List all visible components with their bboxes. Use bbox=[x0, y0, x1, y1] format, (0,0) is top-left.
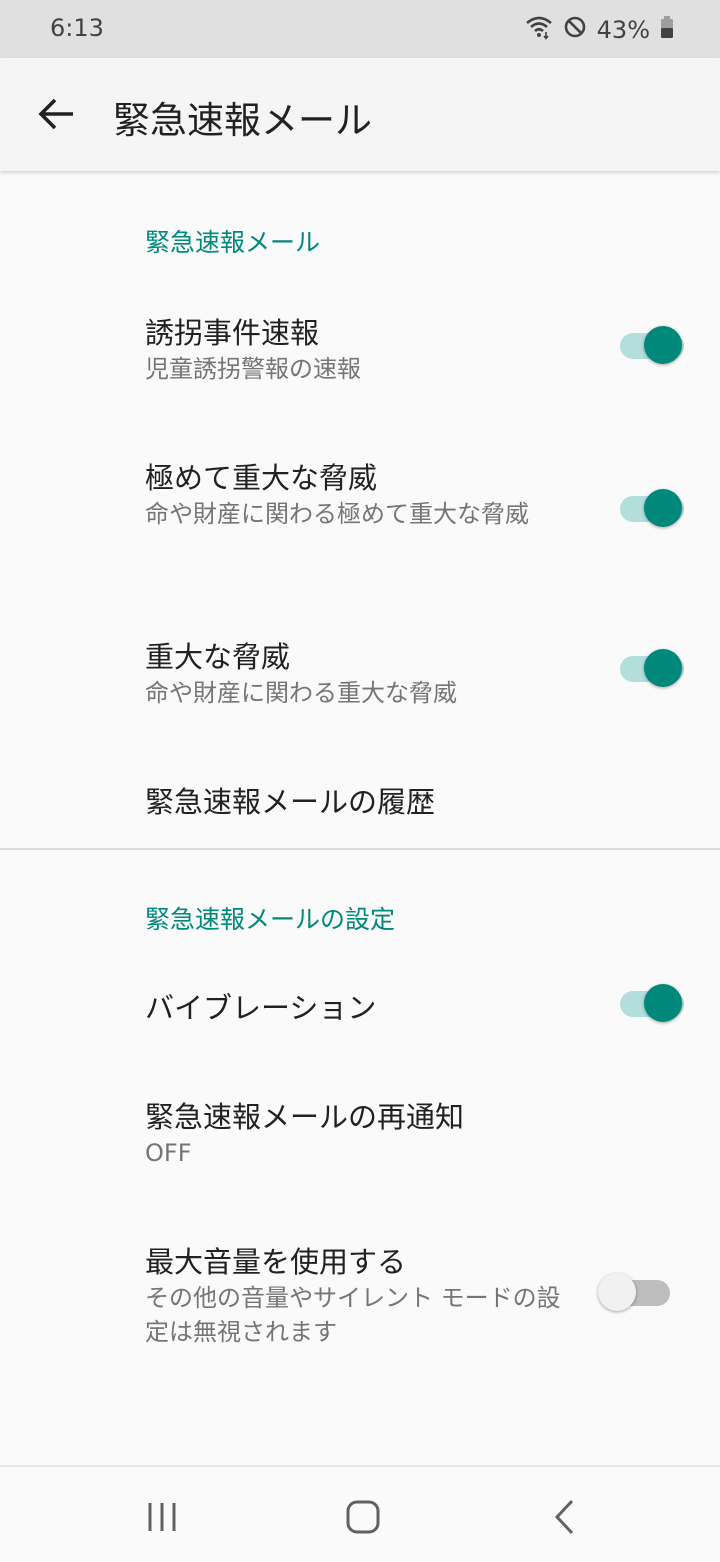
home-button[interactable] bbox=[333, 1487, 393, 1547]
section-header-settings: 緊急速報メールの設定 bbox=[145, 905, 396, 934]
pref-amber-title: 誘拐事件速報 bbox=[145, 316, 320, 350]
pref-amber-summary: 児童誘拐警報の速報 bbox=[145, 355, 361, 383]
nav-back-button[interactable] bbox=[535, 1487, 595, 1547]
app-bar: 緊急速報メール bbox=[0, 58, 720, 171]
toggle-thumb bbox=[644, 326, 682, 364]
pref-extreme-summary: 命や財産に関わる極めて重大な脅威 bbox=[145, 500, 529, 528]
back-button[interactable] bbox=[28, 84, 88, 144]
pref-alert-history[interactable]: 緊急速報メールの履歴 bbox=[145, 779, 435, 821]
status-time: 6:13 bbox=[50, 14, 104, 42]
section-header-alerts: 緊急速報メール bbox=[145, 228, 321, 257]
back-icon bbox=[554, 1499, 574, 1535]
amber-alert-toggle[interactable] bbox=[616, 320, 688, 364]
pref-full-volume-summary: その他の音量やサイレント モードの設定は無視されます bbox=[145, 1284, 561, 1346]
recent-apps-icon bbox=[148, 1503, 176, 1531]
pref-reminder-title: 緊急速報メールの再通知 bbox=[145, 1100, 465, 1134]
toggle-thumb bbox=[644, 489, 682, 527]
home-icon bbox=[346, 1500, 380, 1534]
pref-vibration-title: バイブレーション bbox=[145, 991, 377, 1025]
section-divider bbox=[0, 848, 720, 850]
status-bar: 6:13 43% bbox=[0, 0, 720, 58]
extreme-threats-toggle[interactable] bbox=[616, 483, 688, 527]
vibration-toggle[interactable] bbox=[616, 978, 688, 1022]
pref-severe-title: 重大な脅威 bbox=[145, 640, 291, 674]
pref-extreme-title: 極めて重大な脅威 bbox=[145, 461, 378, 495]
page-title: 緊急速報メール bbox=[113, 99, 372, 142]
pref-severe-summary: 命や財産に関わる重大な脅威 bbox=[145, 679, 457, 707]
severe-threats-toggle[interactable] bbox=[616, 643, 688, 687]
status-icons: 43% bbox=[525, 13, 674, 47]
battery-icon bbox=[660, 15, 674, 45]
toggle-thumb bbox=[598, 1273, 636, 1311]
wifi-icon bbox=[525, 13, 553, 47]
pref-reminder-summary: OFF bbox=[145, 1139, 192, 1167]
recent-apps-button[interactable] bbox=[132, 1487, 192, 1547]
full-volume-toggle[interactable] bbox=[598, 1267, 674, 1311]
toggle-thumb bbox=[644, 984, 682, 1022]
pref-full-volume-title: 最大音量を使用する bbox=[145, 1245, 407, 1279]
back-arrow-icon bbox=[38, 98, 73, 130]
navigation-bar bbox=[0, 1465, 720, 1562]
toggle-thumb bbox=[644, 649, 682, 687]
battery-percent: 43% bbox=[596, 16, 650, 44]
do-not-disturb-icon bbox=[563, 15, 587, 45]
